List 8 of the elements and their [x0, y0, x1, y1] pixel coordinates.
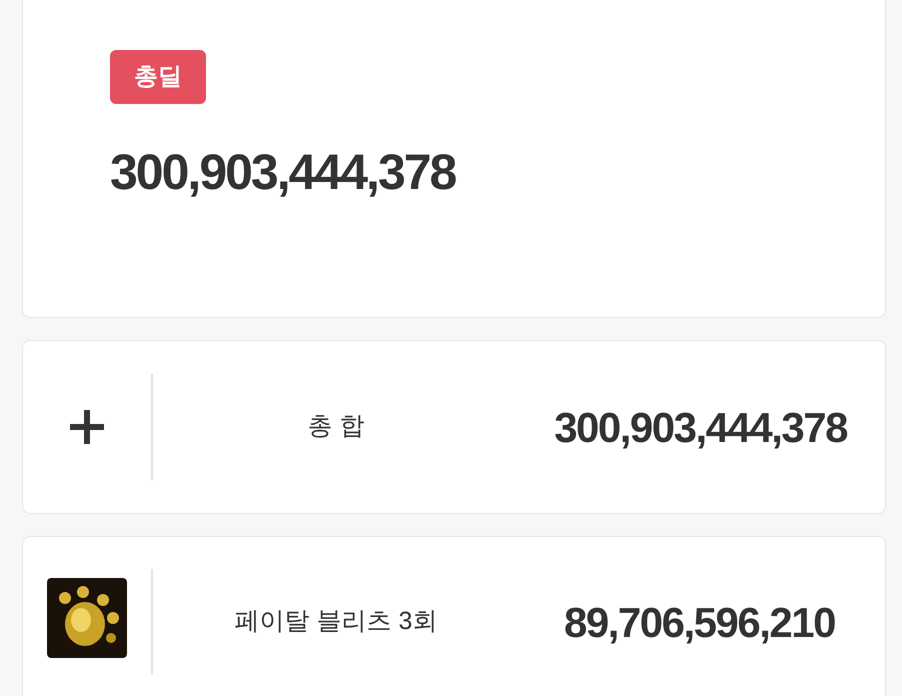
skill-icon: [47, 578, 127, 658]
plus-icon: [70, 410, 104, 444]
row-label: 총 합: [306, 411, 366, 442]
damage-value: 89,706,596,210: [563, 598, 836, 648]
total-value: 300,903,444,378: [110, 143, 457, 202]
damage-value: 300,903,444,378: [553, 402, 848, 452]
total-badge: 총딜: [110, 50, 206, 104]
row-label: 페이탈 블리츠 3회: [234, 606, 438, 638]
